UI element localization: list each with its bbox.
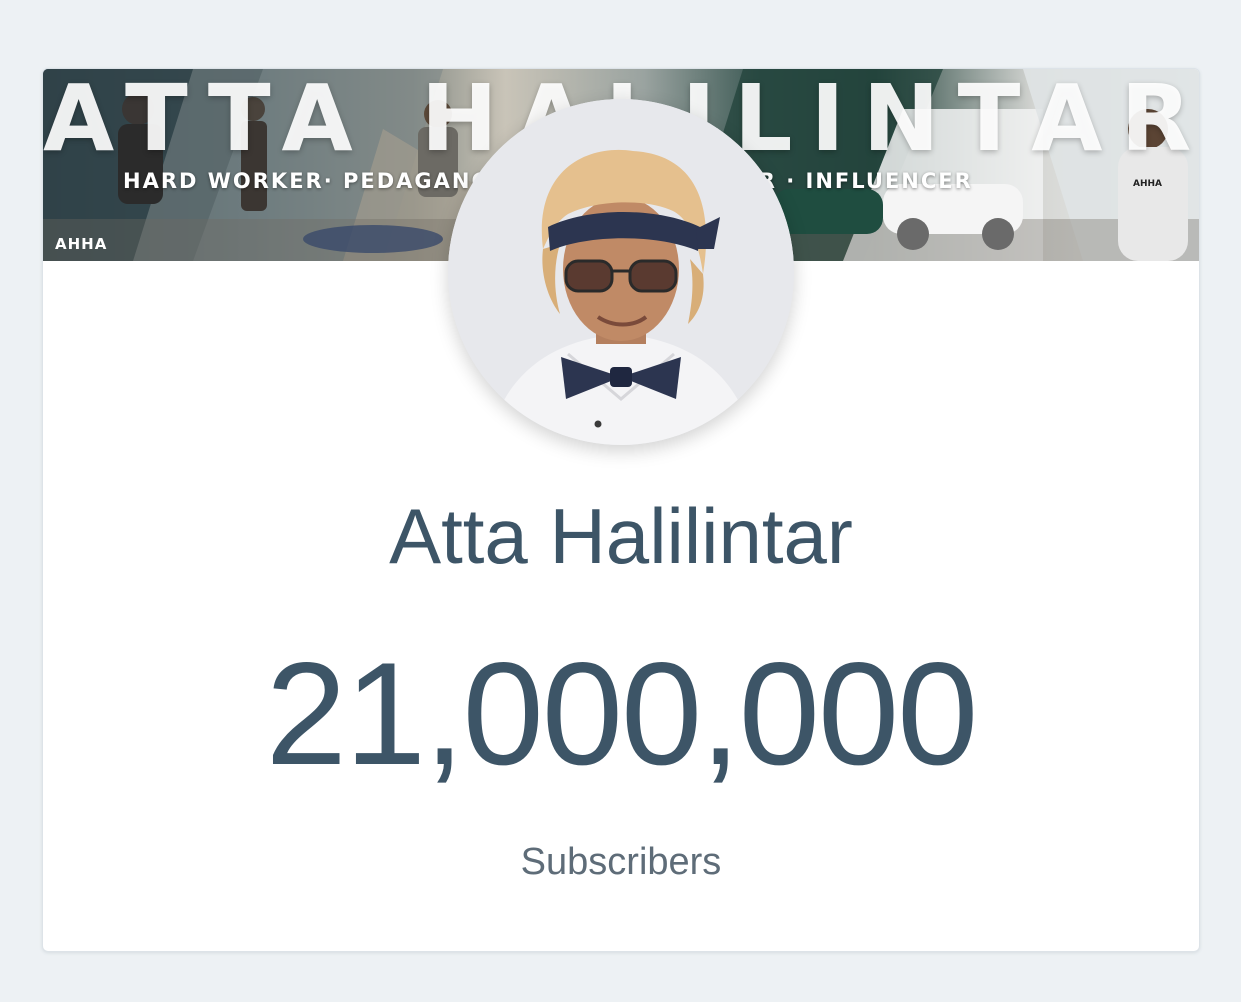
banner-logo: AHHA (55, 235, 108, 253)
channel-avatar[interactable] (448, 99, 794, 445)
subscribers-label: Subscribers (520, 841, 722, 883)
channel-card: ATTA HALILINTAR HARD WORKER· PEDAGANG · … (42, 68, 1200, 952)
subscriber-count: 21,000,000 (265, 632, 979, 795)
hoodie-logo: AHHA (1133, 179, 1162, 189)
profile-photo-icon (448, 99, 794, 445)
channel-name: Atta Halilintar (389, 492, 853, 580)
